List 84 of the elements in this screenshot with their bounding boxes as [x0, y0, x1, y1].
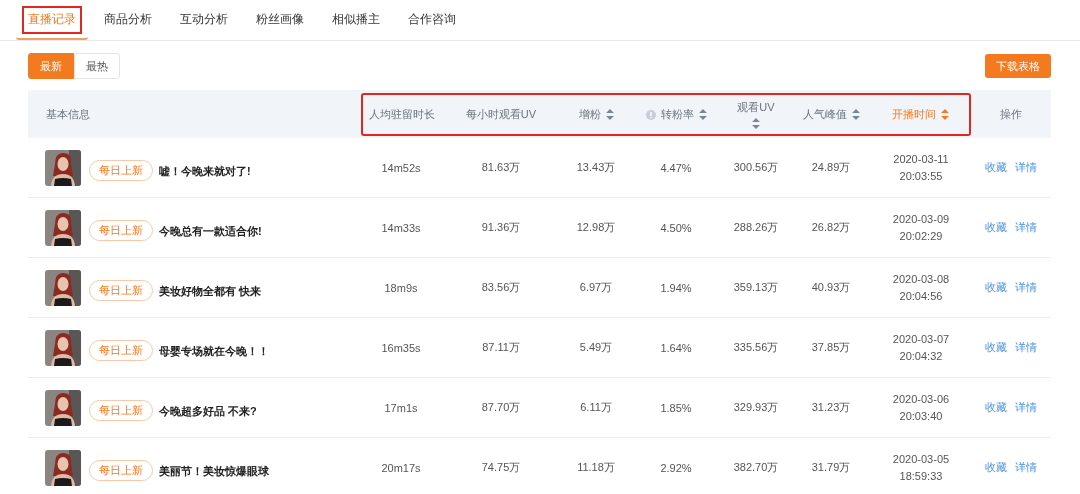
table-cell: 300.56万: [733, 160, 779, 175]
sortable-header[interactable]: 增粉: [578, 107, 601, 122]
date-text: 2020-03-11: [893, 151, 949, 167]
stream-title[interactable]: 嘘！今晚来就对了!: [159, 164, 251, 179]
toggle-button[interactable]: 最热: [74, 53, 120, 79]
stream-title[interactable]: 今晚总有一款适合你!: [159, 224, 262, 239]
table-cell: 40.93万: [811, 280, 851, 295]
tab[interactable]: 合作咨询: [396, 0, 468, 40]
tab[interactable]: 粉丝画像: [244, 0, 316, 40]
date-text: 2020-03-05: [892, 451, 950, 467]
favorite-link[interactable]: 收藏: [985, 460, 1007, 475]
time-text: 18:59:33: [899, 468, 943, 484]
date-text: 2020-03-06: [892, 391, 950, 407]
table-cell: 31.23万: [811, 400, 851, 415]
table-cell: 1.94%: [660, 281, 692, 294]
details-link[interactable]: 详情: [1015, 340, 1037, 355]
time-text: 20:04:32: [899, 348, 943, 364]
sortable-header[interactable]: 转粉率: [660, 107, 694, 122]
column-header: 基本信息: [46, 107, 90, 122]
table-cell: 91.36万: [481, 220, 521, 235]
favorite-link[interactable]: 收藏: [985, 220, 1007, 235]
tab[interactable]: 直播记录: [16, 0, 88, 40]
table-cell: 18m9s: [384, 281, 418, 294]
date-text: 2020-03-09: [892, 211, 950, 227]
favorite-link[interactable]: 收藏: [985, 400, 1007, 415]
tab[interactable]: 相似播主: [320, 0, 392, 40]
details-link[interactable]: 详情: [1015, 460, 1037, 475]
table-cell: 6.11万: [580, 400, 612, 415]
tab[interactable]: 商品分析: [92, 0, 164, 40]
table-cell: 13.43万: [576, 160, 616, 175]
time-text: 20:03:40: [899, 408, 943, 424]
table-cell: 12.98万: [576, 220, 616, 235]
table-cell: 87.70万: [481, 400, 521, 415]
table-cell: 17m1s: [384, 401, 418, 414]
favorite-link[interactable]: 收藏: [985, 160, 1007, 175]
table-cell: 359.13万: [733, 280, 779, 295]
table-cell: 1.64%: [660, 341, 692, 354]
table-cell: 14m33s: [381, 221, 421, 234]
download-button[interactable]: 下载表格: [985, 54, 1051, 78]
details-link[interactable]: 详情: [1015, 160, 1037, 175]
column-header: 每小时观看UV: [465, 107, 537, 122]
table-cell: 14m52s: [381, 161, 421, 174]
table-cell: 16m35s: [381, 341, 421, 354]
details-link[interactable]: 详情: [1015, 400, 1037, 415]
stream-title[interactable]: 母婴专场就在今晚！！: [159, 344, 269, 359]
details-link[interactable]: 详情: [1015, 280, 1037, 295]
sortable-header[interactable]: 人气峰值: [802, 107, 847, 122]
table-cell: 20m17s: [381, 461, 421, 474]
table-cell: 1.85%: [660, 401, 692, 414]
table-cell: 2.92%: [660, 461, 692, 474]
time-text: 20:02:29: [899, 228, 943, 244]
favorite-link[interactable]: 收藏: [985, 280, 1007, 295]
tab[interactable]: 互动分析: [168, 0, 240, 40]
sortable-header[interactable]: 观看UV: [737, 100, 775, 115]
date-text: 2020-03-07: [892, 331, 950, 347]
date-text: 2020-03-08: [892, 271, 950, 287]
table-cell: 4.50%: [660, 221, 692, 234]
table-cell: 31.79万: [811, 460, 851, 475]
details-link[interactable]: 详情: [1015, 220, 1037, 235]
table-cell: 6.97万: [579, 280, 613, 295]
table-cell: 4.47%: [660, 161, 692, 174]
table-cell: 11.18万: [577, 460, 615, 475]
table-cell: 37.85万: [811, 340, 851, 355]
table-cell: 26.82万: [811, 220, 851, 235]
stream-title[interactable]: 美妆好物全都有 快来: [159, 284, 262, 299]
table-cell: 5.49万: [579, 340, 613, 355]
table-cell: 83.56万: [481, 280, 521, 295]
favorite-link[interactable]: 收藏: [985, 340, 1007, 355]
table-cell: 382.70万: [733, 460, 779, 475]
stream-title[interactable]: 美丽节！美妆惊爆眼球: [159, 464, 269, 479]
table-cell: 74.75万: [481, 460, 521, 475]
table-cell: 24.89万: [811, 160, 851, 175]
table-cell: 81.63万: [481, 160, 521, 175]
stream-title[interactable]: 今晚超多好品 不来?: [159, 404, 257, 419]
column-header: 人均驻留时长: [369, 107, 435, 122]
table-cell: 87.11万: [482, 340, 520, 355]
toggle-button[interactable]: 最新: [28, 53, 74, 79]
table-cell: 329.93万: [733, 400, 779, 415]
sortable-header[interactable]: 开播时间: [891, 107, 936, 122]
table-cell: 335.56万: [733, 340, 779, 355]
time-text: 20:04:56: [899, 288, 943, 304]
time-text: 20:03:55: [899, 168, 943, 184]
column-header: 操作: [1000, 107, 1022, 122]
table-cell: 288.26万: [733, 220, 779, 235]
